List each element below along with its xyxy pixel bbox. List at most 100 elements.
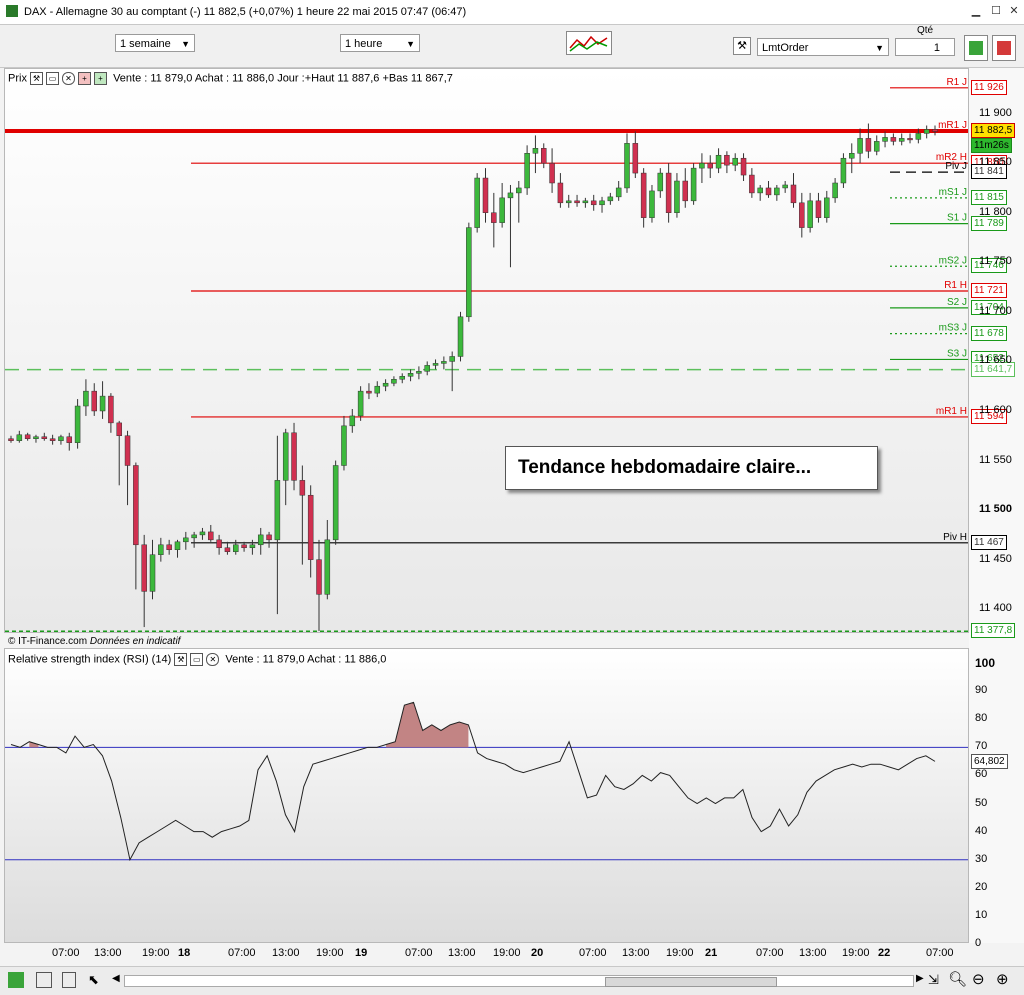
candle-body (665, 172, 672, 213)
order-type-select[interactable]: LmtOrder ▼ (757, 38, 889, 56)
rsi-tick-label: 80 (975, 712, 988, 725)
source-credit: © IT-Finance.com Données en indicatif (8, 636, 180, 647)
candle-body (740, 157, 747, 176)
chart-style-button[interactable] (566, 31, 612, 55)
close-icon[interactable]: ✕ (206, 653, 220, 666)
window-icon[interactable]: ▭ (190, 653, 204, 666)
candle-body (424, 365, 430, 372)
price-chart[interactable]: R1 JmR1 JmR2 H Piv JmS1 J S1 JmS2 J R1 H S2 … (4, 68, 969, 633)
close-icon[interactable]: ✕ (1006, 4, 1022, 18)
candle-body (824, 197, 830, 218)
horizontal-scrollbar[interactable] (124, 975, 914, 987)
sell-button[interactable] (992, 35, 1016, 61)
candle-body (682, 180, 689, 202)
level-name: R1 J (946, 77, 967, 88)
rsi-tick-label: 40 (975, 824, 988, 837)
quantity-input[interactable]: 1 (895, 38, 955, 56)
zoom-out-icon[interactable]: ⊖ (972, 970, 985, 988)
rsi-tick-label: 100 (975, 656, 996, 671)
candle-body (266, 534, 272, 541)
rsi-tick-label: 30 (975, 852, 988, 865)
close-icon[interactable]: ✕ (62, 72, 76, 85)
rsi-panel-info: Vente : 11 879,0 Achat : 11 886,0 (225, 653, 387, 666)
scroll-left-icon[interactable]: ◀ (112, 973, 120, 984)
sell-order-icon[interactable]: + (78, 72, 92, 85)
candle-body (183, 537, 189, 543)
level-name: S2 J (947, 297, 967, 308)
time-tick-label: 18 (178, 947, 191, 959)
time-tick-label: 19:00 (142, 947, 170, 959)
candle-body (257, 534, 264, 546)
candle-body (8, 438, 14, 441)
candle-body (282, 432, 289, 481)
zoom-in-icon[interactable]: ⊕ (996, 970, 1009, 988)
candle-body (449, 356, 455, 362)
price-tick-label: 11 550 (979, 453, 1012, 466)
candle-body (882, 137, 888, 142)
candle-body (890, 137, 897, 142)
candle-body (149, 554, 156, 592)
rsi-value-label: 64,802 (971, 753, 1008, 769)
candle-body (174, 541, 181, 550)
price-tick-label: 11 650 (979, 354, 1012, 367)
candle-body (191, 534, 197, 539)
minimize-icon[interactable]: ▁ (968, 4, 984, 18)
wrench-icon[interactable]: ⚒ (174, 653, 188, 666)
buy-button[interactable] (964, 35, 988, 61)
candle-body (724, 154, 730, 166)
autoscale-icon[interactable]: ⇲ (928, 972, 939, 988)
app-icon (6, 5, 18, 17)
rsi-chart[interactable] (4, 648, 969, 943)
candle-body (349, 415, 356, 427)
candle-body (690, 167, 697, 202)
window-icon[interactable]: ▭ (46, 72, 60, 85)
period-select-value: 1 semaine (120, 38, 171, 50)
refresh-icon[interactable] (8, 972, 24, 988)
candle-body (416, 371, 422, 374)
buy-order-icon[interactable]: + (94, 72, 108, 85)
candle-body (49, 438, 56, 441)
annotation-box[interactable]: Tendance hebdomadaire claire... (505, 446, 878, 490)
scroll-right-icon[interactable]: ▶ (916, 973, 924, 984)
candle-body (923, 129, 930, 134)
candle-body (33, 436, 39, 439)
scrollbar-thumb[interactable] (605, 977, 777, 987)
candle-body (840, 157, 847, 184)
price-chart-canvas: R1 JmR1 JmR2 HPiv JmS1 JS1 JmS2 JR1 HS2 … (5, 77, 968, 632)
zoom-area-icon[interactable]: 🔍︎ (948, 970, 967, 988)
candle-body (607, 196, 614, 202)
rsi-tick-label: 60 (975, 768, 988, 781)
candle-body (407, 373, 414, 377)
candle-body (799, 202, 805, 228)
price-panel-title: Prix (8, 72, 27, 85)
candle-body (657, 172, 664, 192)
candle-body (574, 200, 580, 204)
candle-body (83, 390, 89, 407)
time-tick-label: 20 (531, 947, 544, 959)
level-name: R1 H (944, 280, 967, 291)
pointer-icon[interactable]: ⬉ (88, 972, 99, 988)
rsi-panel-title: Relative strength index (RSI) (14) (8, 653, 172, 666)
calculator-icon[interactable] (62, 972, 76, 988)
candle-body (549, 162, 555, 184)
price-tick-label: 11 600 (979, 403, 1012, 416)
candle-body (241, 544, 247, 549)
time-tick-label: 07:00 (756, 947, 784, 959)
quantity-value: 1 (933, 42, 940, 54)
order-settings-button[interactable]: ⚒ (733, 37, 751, 55)
maximize-icon[interactable]: ☐ (988, 4, 1004, 18)
history-icon[interactable] (36, 972, 52, 988)
interval-select[interactable]: 1 heure ▼ (340, 34, 420, 52)
level-value-label: 11 721 (971, 283, 1007, 299)
period-select[interactable]: 1 semaine ▼ (115, 34, 195, 52)
wrench-icon[interactable]: ⚒ (30, 72, 44, 85)
level-name: mS3 J (939, 323, 967, 334)
level-value-label: 11 815 (971, 189, 1007, 205)
time-tick-label: 13:00 (94, 947, 122, 959)
candle-body (141, 544, 147, 592)
candle-body (224, 547, 231, 552)
candle-body (291, 432, 297, 481)
buy-icon (969, 41, 983, 55)
candle-body (765, 187, 772, 196)
level-value-label: 11 467 (971, 534, 1007, 550)
